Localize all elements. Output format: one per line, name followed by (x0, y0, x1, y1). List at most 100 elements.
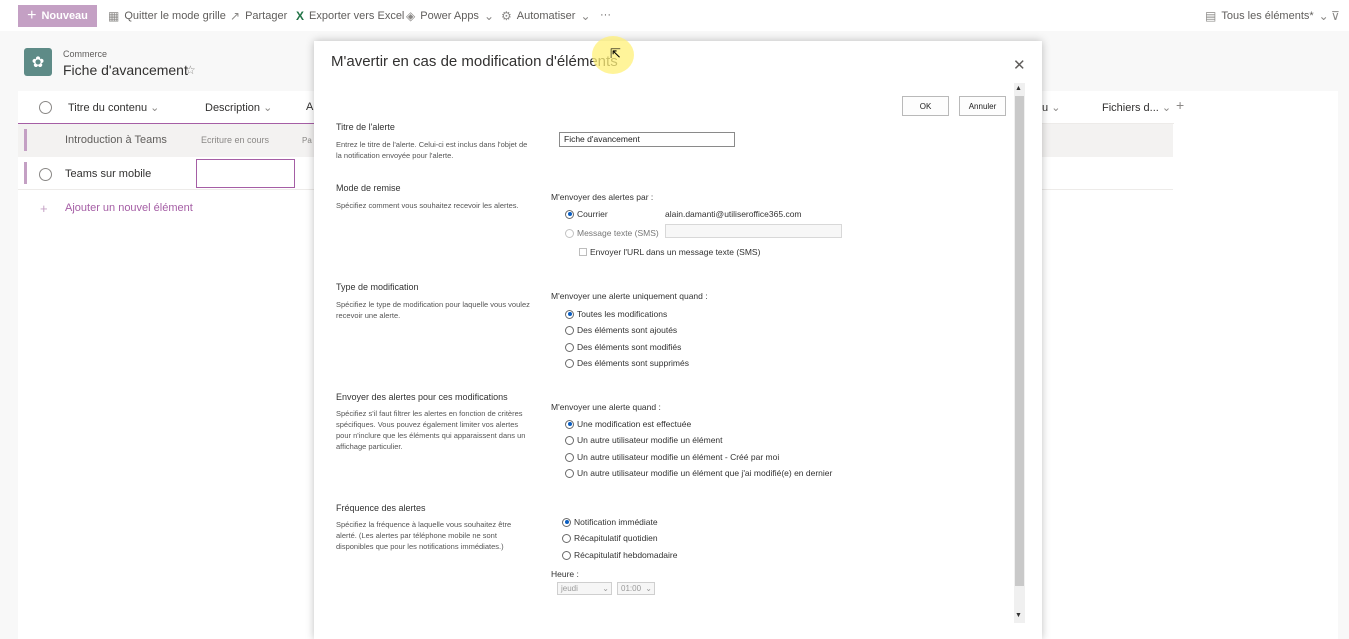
frequency-radio[interactable] (562, 550, 571, 560)
share-button[interactable]: ↗ Partager (230, 9, 287, 23)
sms-radio-option[interactable]: Message texte (SMS) (565, 228, 659, 238)
filter-option-label: Une modification est effectuée (577, 419, 692, 429)
sms-radio[interactable] (565, 228, 574, 238)
filter-option[interactable]: Un autre utilisateur modifie un élément … (565, 452, 779, 462)
frequency-heading: Fréquence des alertes (336, 503, 426, 513)
time-select[interactable]: 01:00 ⌄ (617, 582, 655, 595)
dialog-title: M'avertir en cas de modification d'éléme… (331, 53, 618, 70)
delivery-heading: Mode de remise (336, 183, 401, 193)
filter-option[interactable]: Un autre utilisateur modifie un élément (565, 435, 723, 445)
scroll-up-icon[interactable]: ▲ (1015, 85, 1022, 92)
filter-heading: Envoyer des alertes pour ces modificatio… (336, 392, 508, 402)
chevron-down-icon: ⌄ (263, 102, 273, 114)
alert-dialog: M'avertir en cas de modification d'éléme… (314, 41, 1042, 639)
row-title[interactable]: Teams sur mobile (65, 168, 151, 180)
change-type-desc: Spécifiez le type de modification pour l… (336, 300, 530, 320)
plus-icon: + (27, 7, 37, 24)
frequency-radio[interactable] (562, 533, 571, 543)
sms-url-checkbox-option[interactable]: Envoyer l'URL dans un message texte (SMS… (579, 247, 760, 257)
chevron-down-icon: ⌄ (1051, 102, 1061, 114)
row-selection-marker (24, 129, 27, 151)
row-checkbox[interactable] (39, 168, 52, 181)
filter-button[interactable]: ⊽ (1331, 9, 1340, 23)
delivery-desc: Spécifiez comment vous souhaitez recevoi… (336, 201, 519, 210)
view-selector[interactable]: ▤ Tous les éléments* ⌄ (1205, 9, 1329, 23)
new-button[interactable]: + Nouveau (18, 5, 97, 27)
filter-option[interactable]: Un autre utilisateur modifie un élément … (565, 468, 832, 478)
change-type-option[interactable]: Des éléments sont ajoutés (565, 325, 677, 335)
email-address: alain.damanti@utiliseroffice365.com (665, 209, 802, 219)
select-all-checkbox[interactable] (39, 101, 52, 114)
day-select[interactable]: jeudi ⌄ (557, 582, 612, 595)
frequency-option-label: Récapitulatif hebdomadaire (574, 550, 678, 560)
alert-title-desc: Entrez le titre de l'alerte. Celui-ci es… (336, 140, 528, 160)
column-header-description-label: Description (205, 102, 261, 114)
grid-icon: ▦ (108, 9, 120, 23)
filter-radio[interactable] (565, 419, 574, 429)
filter-option-label: Un autre utilisateur modifie un élément … (577, 452, 780, 462)
more-button[interactable]: ··· (600, 9, 611, 21)
export-excel-button[interactable]: X Exporter vers Excel (296, 9, 404, 23)
new-button-label: Nouveau (41, 10, 88, 22)
column-header-description[interactable]: Description ⌄ (205, 101, 272, 114)
plus-icon: + (40, 201, 48, 216)
change-type-radio[interactable] (565, 358, 574, 368)
column-header-partial-right[interactable]: u ⌄ (1042, 101, 1060, 114)
column-header-files[interactable]: Fichiers d... ⌄ (1102, 101, 1171, 114)
breadcrumb[interactable]: Commerce (63, 49, 107, 59)
change-type-radio[interactable] (565, 325, 574, 335)
change-type-label: M'envoyer une alerte uniquement quand : (551, 291, 708, 301)
filter-option[interactable]: Une modification est effectuée (565, 419, 691, 429)
frequency-option-label: Notification immédiate (574, 517, 658, 527)
column-header-partial-right-label: u (1042, 102, 1049, 114)
change-type-option[interactable]: Toutes les modifications (565, 309, 667, 319)
more-label: ··· (600, 9, 611, 21)
email-radio[interactable] (565, 209, 574, 219)
power-apps-button[interactable]: ◈ Power Apps ⌄ (406, 9, 494, 23)
share-icon: ↗ (230, 9, 241, 23)
row-description[interactable]: Ecriture en cours (201, 135, 269, 145)
change-type-option-label: Des éléments sont ajoutés (577, 325, 678, 335)
filter-radio[interactable] (565, 468, 574, 478)
frequency-desc: Spécifiez la fréquence à laquelle vous s… (336, 520, 512, 551)
power-apps-label: Power Apps (420, 10, 479, 22)
automate-button[interactable]: ⚙ Automatiser ⌄ (501, 9, 591, 23)
change-type-option[interactable]: Des éléments sont modifiés (565, 342, 681, 352)
frequency-option-label: Récapitulatif quotidien (574, 533, 658, 543)
frequency-option[interactable]: Récapitulatif hebdomadaire (562, 550, 677, 560)
frequency-radio[interactable] (562, 517, 571, 527)
scrollbar-thumb[interactable] (1015, 96, 1024, 586)
favorite-star-icon[interactable]: ☆ (185, 63, 196, 77)
close-icon[interactable]: ✕ (1013, 56, 1026, 74)
automate-icon: ⚙ (501, 9, 512, 23)
filter-radio[interactable] (565, 435, 574, 445)
filter-option-label: Un autre utilisateur modifie un élément (577, 435, 723, 445)
frequency-option[interactable]: Récapitulatif quotidien (562, 533, 658, 543)
filter-radio[interactable] (565, 452, 574, 462)
chevron-down-icon: ⌄ (150, 102, 160, 114)
scroll-down-icon[interactable]: ▼ (1015, 612, 1022, 619)
time-select-value: 01:00 (621, 584, 642, 593)
change-type-radio[interactable] (565, 309, 574, 319)
alert-title-input[interactable]: Fiche d'avancement (559, 132, 735, 147)
chevron-down-icon: ⌄ (580, 9, 591, 23)
page-title: Fiche d'avancement (63, 62, 188, 78)
row-extra[interactable]: Pa (302, 136, 312, 145)
row-title[interactable]: Introduction à Teams (65, 134, 167, 146)
column-header-title[interactable]: Titre du contenu ⌄ (68, 101, 159, 114)
frequency-option[interactable]: Notification immédiate (562, 517, 658, 527)
sms-number-field[interactable] (665, 224, 842, 238)
column-header-title-label: Titre du contenu (68, 102, 148, 114)
change-type-option[interactable]: Des éléments sont supprimés (565, 358, 689, 368)
column-header-partial[interactable]: A (306, 101, 313, 113)
exit-grid-button[interactable]: ▦ Quitter le mode grille (108, 9, 226, 23)
add-item-link[interactable]: Ajouter un nouvel élément (65, 202, 193, 214)
cancel-button[interactable]: Annuler (959, 96, 1006, 116)
sms-url-checkbox[interactable] (579, 248, 587, 256)
change-type-radio[interactable] (565, 342, 574, 352)
email-radio-option[interactable]: Courrier (565, 209, 608, 219)
selected-cell[interactable] (196, 159, 295, 188)
chevron-down-icon: ⌄ (645, 584, 652, 593)
ok-button[interactable]: OK (902, 96, 949, 116)
add-column-icon[interactable]: + (1176, 97, 1184, 113)
